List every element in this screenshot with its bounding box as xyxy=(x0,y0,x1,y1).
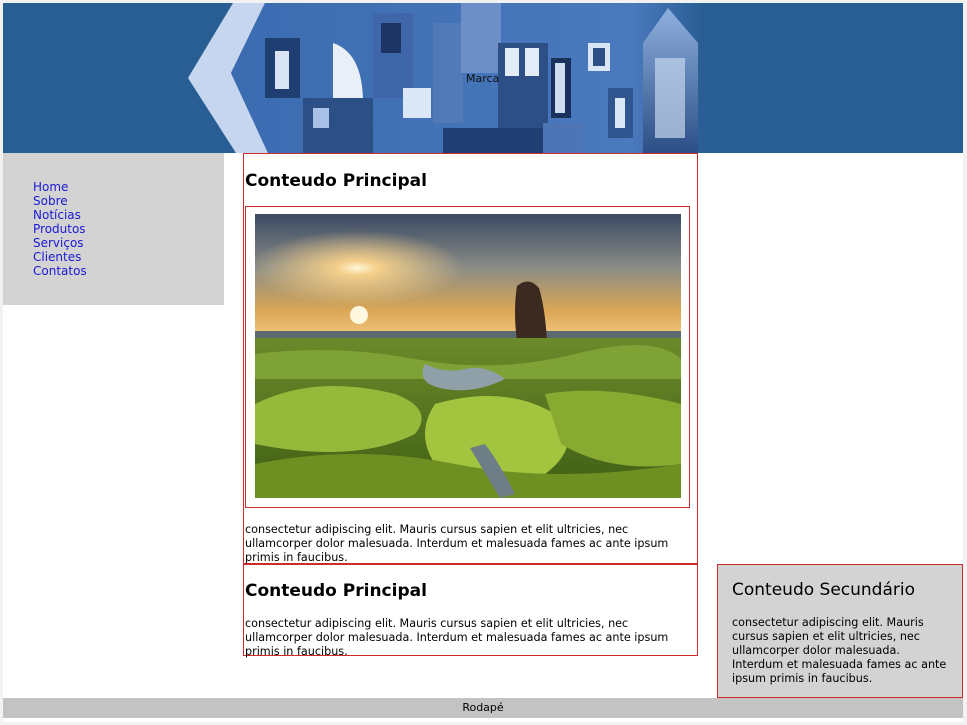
image-frame xyxy=(245,206,690,508)
secondary-content: Conteudo Secundário consectetur adipisci… xyxy=(717,564,963,698)
nav-link-sobre[interactable]: Sobre xyxy=(33,194,68,208)
page: Marca Home Sobre Notícias Produtos Servi… xyxy=(3,3,963,722)
nav-link-clientes[interactable]: Clientes xyxy=(33,250,81,264)
landscape-photo xyxy=(255,214,681,498)
section-title: Conteudo Principal xyxy=(245,171,427,191)
nav-item-sobre: Sobre xyxy=(33,194,87,208)
nav-item-contatos: Contatos xyxy=(33,264,87,278)
section-paragraph: consectetur adipiscing elit. Mauris curs… xyxy=(245,617,669,658)
nav-item-home: Home xyxy=(33,180,87,194)
section-paragraph: consectetur adipiscing elit. Mauris curs… xyxy=(245,523,669,564)
site-header: Marca xyxy=(3,3,963,153)
brand-label: Marca xyxy=(466,72,500,85)
nav-item-produtos: Produtos xyxy=(33,222,87,236)
nav-link-home[interactable]: Home xyxy=(33,180,68,194)
nav-link-noticias[interactable]: Notícias xyxy=(33,208,81,222)
nav-link-contatos[interactable]: Contatos xyxy=(33,264,87,278)
main-content-section-2: Conteudo Principal consectetur adipiscin… xyxy=(243,564,698,658)
section-title: Conteudo Principal xyxy=(245,581,427,601)
secondary-title: Conteudo Secundário xyxy=(732,580,916,600)
sidebar-nav: Home Sobre Notícias Produtos Serviços Cl… xyxy=(3,153,224,305)
nav-item-servicos: Serviços xyxy=(33,236,87,250)
nav-item-clientes: Clientes xyxy=(33,250,87,264)
nav-link-produtos[interactable]: Produtos xyxy=(33,222,86,236)
site-footer: Rodapé xyxy=(3,698,963,718)
nav-link-servicos[interactable]: Serviços xyxy=(33,236,84,250)
nav-list: Home Sobre Notícias Produtos Serviços Cl… xyxy=(33,180,87,278)
secondary-paragraph: consectetur adipiscing elit. Mauris curs… xyxy=(732,616,947,685)
main-content-section: Conteudo Principal consectetur adipiscin… xyxy=(243,153,698,564)
footer-text: Rodapé xyxy=(462,701,504,714)
nav-item-noticias: Notícias xyxy=(33,208,87,222)
